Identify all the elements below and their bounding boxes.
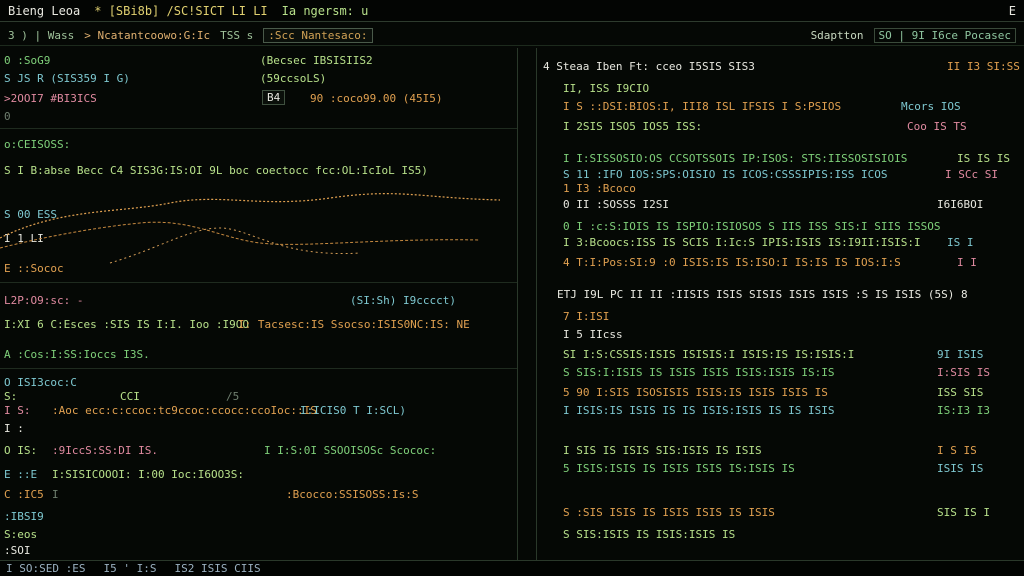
right-row-9b: IS I — [947, 236, 974, 249]
right-row-0a: 4 Steaa Iben Ft: cceo I5SIS SIS3 — [543, 60, 755, 73]
right-row-14a: SI I:S:CSSIS:ISIS ISISIS:I ISIS:IS IS:IS… — [563, 348, 855, 361]
right-row-10a: 4 T:I:Pos:SI:9 :0 ISIS:IS IS:ISO:I IS:IS… — [563, 256, 901, 269]
left-row-9a: L2P:O9:sc: - — [4, 294, 84, 307]
right-row-4a: I I:SISSOSIO:OS CCSOTSSOIS IP:ISOS: STS:… — [563, 152, 908, 165]
right-row-19b: ISIS IS — [937, 462, 984, 475]
status-bar: I SO:SED :ES I5 ' I:S IS2 ISIS CIIS — [0, 560, 1024, 576]
left-row-13a: S: — [4, 390, 18, 403]
toolbar-item-3[interactable]: TSS s — [220, 29, 253, 42]
left-row-3a: 0 — [4, 110, 11, 123]
right-row-2a: I S ::DSI:BIOS:I, III8 ISL IFSIS I S:PSI… — [563, 100, 842, 113]
right-row-2b: Mcors IOS — [901, 100, 961, 113]
toolbar-right[interactable]: Sdaptton — [811, 29, 864, 42]
right-row-8a: 0 I :c:S:IOIS IS ISPIO:ISIOSOS S IIS ISS… — [563, 220, 941, 233]
left-row-2c: 90 :coco99.00 (45I5) — [310, 92, 443, 105]
right-row-19a: 5 ISIS:ISIS IS ISIS ISIS IS:ISIS IS — [563, 462, 795, 475]
left-row-1a: S JS R (SIS359 I G) — [4, 72, 130, 85]
status-c: IS2 ISIS CIIS — [174, 562, 261, 575]
status-b: I5 ' I:S — [103, 562, 157, 575]
right-row-15a: S SIS:I:ISIS IS ISIS ISIS ISIS:ISIS IS:I… — [563, 366, 835, 379]
left-row-17a: E ::E — [4, 468, 38, 481]
left-row-11a: A :Cos:I:SS:Ioccs I3S. — [4, 348, 150, 361]
right-row-0b: II I3 SI:SS — [947, 60, 1020, 73]
left-row-12a: O ISI3coc:C — [4, 376, 77, 389]
left-row-0b: (Becsec IBSISIIS2 — [260, 54, 373, 67]
left-row-17b: I:SISICOOOI: I:00 Ioc:I6OO3S: — [52, 468, 245, 481]
right-row-6a: 1 I3 :Bcoco — [563, 182, 636, 195]
left-row-16b: :9IccS:SS:DI IS. — [52, 444, 158, 457]
left-row-15a: I : — [4, 422, 24, 435]
title-bar: Bieng Leoa * [SBi8b] /SC!SICT LI LI Ia n… — [0, 0, 1024, 22]
status-a: I SO:SED :ES — [6, 562, 86, 575]
right-row-18b: I S IS — [937, 444, 977, 457]
left-row-0a: 0 :SoG9 — [4, 54, 51, 67]
left-row-9b[interactable]: (SI:Sh) I9cccct) — [350, 294, 456, 307]
right-row-4b: IS IS IS — [957, 152, 1010, 165]
toolbar: 3 ) | Wass > Ncatantcoowo:G:Ic TSS s :Sc… — [0, 26, 1024, 46]
right-row-14b: 9I ISIS — [937, 348, 984, 361]
title-item-2: Ia ngersm: u — [281, 3, 369, 18]
right-row-9a: I 3:Bcoocs:ISS IS SCIS I:Ic:S IPIS:ISIS … — [563, 236, 921, 249]
path-field[interactable]: :Scc Nantesaco: — [263, 28, 373, 43]
left-row-13c: /5 — [226, 390, 240, 403]
right-pane: 4 Steaa Iben Ft: cceo I5SIS SIS3 II I3 S… — [536, 48, 1024, 560]
left-pane: 0 :SoG9 (Becsec IBSISIIS2 S JS R (SIS359… — [0, 48, 518, 560]
right-row-11a: ETJ I9L PC II II :IISIS ISIS SISIS ISIS … — [557, 288, 968, 301]
right-row-20b: SIS IS I — [937, 506, 990, 519]
right-row-21a: S SIS:ISIS IS ISIS:ISIS IS — [563, 528, 736, 541]
right-row-15b: I:SIS IS — [937, 366, 990, 379]
toolbar-item-1[interactable]: 3 ) | Wass — [8, 29, 74, 42]
left-row-16c: I I:S:0I SSOOISOSc Scococ: — [264, 444, 437, 457]
left-row-10b: I: Tacsesc:IS Ssocso:ISIS0NC:IS: NE — [238, 318, 470, 331]
left-row-19a: :IBSI9 — [4, 510, 44, 523]
right-row-3a: I 2SIS ISO5 IOS5 ISS: — [563, 120, 703, 133]
right-row-3b: Coo IS TS — [907, 120, 967, 133]
left-row-14c[interactable]: I:ICIS0 T I:SCL) — [300, 404, 406, 417]
toolbar-stats: SO | 9I I6ce Pocasec — [873, 28, 1016, 43]
right-row-17b: IS:I3 I3 — [937, 404, 990, 417]
toolbar-item-2[interactable]: > Ncatantcoowo:G:Ic — [84, 29, 210, 42]
right-row-13a: I 5 IIcss — [563, 328, 623, 341]
right-row-7a: 0 II :SOSSS I2SI — [563, 198, 669, 211]
right-row-16a: 5 90 I:SIS ISOSISIS ISIS:IS ISIS ISIS IS — [563, 386, 828, 399]
left-row-10a: I:XI 6 C:Esces :SIS IS I:I. Ioo :I9OO — [4, 318, 250, 331]
right-row-7b: I6I6BOI — [937, 198, 984, 211]
left-row-18c: :Bcocco:SSISOSS:Is:S — [286, 488, 419, 501]
right-row-5b: I SCc SI — [945, 168, 998, 181]
left-row-14a: I S: — [4, 404, 31, 417]
divider — [0, 368, 517, 369]
app-title: Bieng Leoa — [8, 3, 81, 18]
right-row-12a: 7 I:ISI — [563, 310, 610, 323]
left-row-2b[interactable]: B4 — [262, 90, 286, 105]
divider — [0, 282, 517, 283]
left-row-21a: :SOI — [4, 544, 31, 557]
left-row-18a: C :IC5 — [4, 488, 44, 501]
right-row-5a: S 11 :IFO IOS:SPS:OISIO IS ICOS:CSSSIPIS… — [563, 168, 888, 181]
decorative-waves — [0, 193, 501, 264]
title-right[interactable]: E — [1009, 4, 1016, 18]
left-row-20a: S:eos — [4, 528, 38, 541]
left-row-13b: CCI — [120, 390, 140, 403]
left-row-16a: O IS: — [4, 444, 38, 457]
left-row-1b: (59ccsoLS) — [260, 72, 327, 85]
left-row-18b: I — [52, 488, 59, 501]
left-row-14b: :Aoc ecc:c:ccoc:tc9ccoc:ccocc:ccoIoc::IS — [52, 404, 317, 417]
right-row-1a: II, ISS I9CIO — [563, 82, 650, 95]
left-row-2a: >2OOI7 #BI3ICS — [4, 92, 97, 105]
right-row-20a: S :SIS ISIS IS ISIS ISIS IS ISIS — [563, 506, 775, 519]
right-row-17a: I ISIS:IS ISIS IS IS ISIS:ISIS IS IS ISI… — [563, 404, 835, 417]
right-row-10b: I I — [957, 256, 977, 269]
left-row-4a: o:CEISOSS: — [4, 138, 71, 151]
right-row-16b: ISS SIS — [937, 386, 984, 399]
title-item-1: * [SBi8b] /SC!SICT LI LI — [94, 3, 268, 18]
right-row-18a: I SIS IS ISIS SIS:ISIS IS ISIS — [563, 444, 762, 457]
divider — [0, 128, 517, 129]
